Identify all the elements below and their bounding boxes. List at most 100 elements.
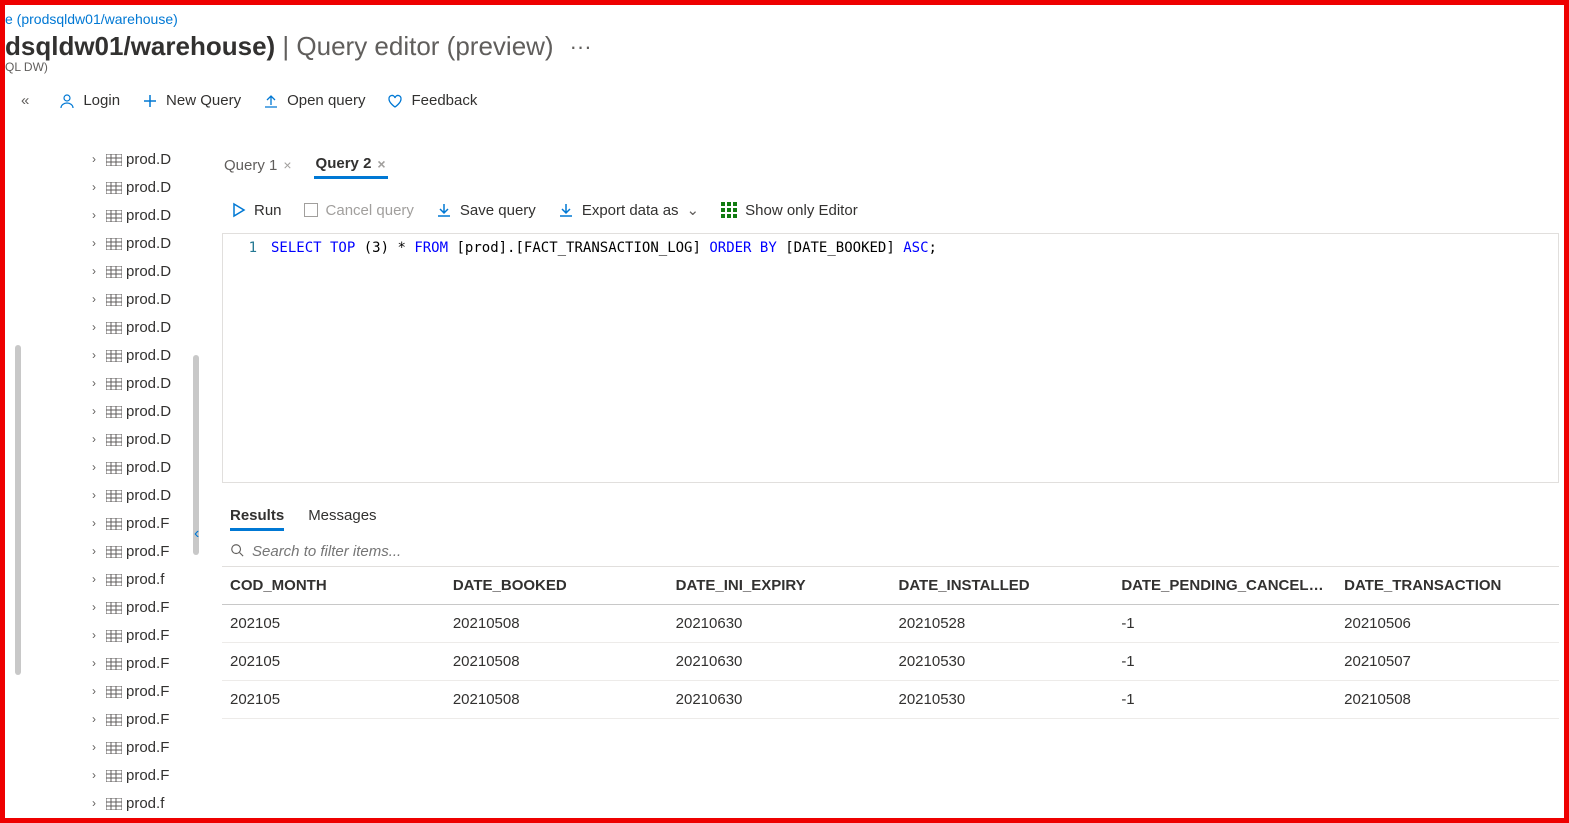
table-icon xyxy=(106,657,122,669)
close-icon[interactable]: × xyxy=(377,156,385,172)
tree-item[interactable]: › prod.D xyxy=(32,285,190,313)
tree-item-label: prod.D xyxy=(126,375,171,392)
tree-item[interactable]: › prod.D xyxy=(32,173,190,201)
table-icon xyxy=(106,377,122,389)
column-header[interactable]: DATE_PENDING_CANCELATIO... xyxy=(1113,567,1336,605)
tree-item-label: prod.F xyxy=(126,599,169,616)
run-label: Run xyxy=(254,202,282,219)
open-query-button[interactable]: Open query xyxy=(263,92,365,109)
column-header[interactable]: COD_MONTH xyxy=(222,567,445,605)
download-icon xyxy=(558,202,574,218)
results-search-input[interactable] xyxy=(252,543,652,560)
tree-item[interactable]: › prod.D xyxy=(32,397,190,425)
table-icon xyxy=(106,349,122,361)
tree-item-label: prod.f xyxy=(126,571,164,588)
chevron-right-icon: › xyxy=(92,152,102,166)
sql-code[interactable]: SELECT TOP (3) * FROM [prod].[FACT_TRANS… xyxy=(271,234,937,482)
table-row[interactable]: 202105202105082021063020210530-120210507 xyxy=(222,643,1559,681)
export-label: Export data as xyxy=(582,202,679,219)
column-header[interactable]: DATE_INI_EXPIRY xyxy=(668,567,891,605)
tree-item[interactable]: › prod.F xyxy=(32,705,190,733)
chevron-right-icon: › xyxy=(92,768,102,782)
tab-messages[interactable]: Messages xyxy=(308,503,376,531)
chevron-right-icon: › xyxy=(92,516,102,530)
sql-editor[interactable]: 1 SELECT TOP (3) * FROM [prod].[FACT_TRA… xyxy=(222,233,1559,483)
collapse-results-handle[interactable]: ‹ xyxy=(194,525,199,543)
chevron-right-icon: › xyxy=(92,684,102,698)
table-cell: 20210530 xyxy=(890,681,1113,719)
login-button[interactable]: Login xyxy=(59,92,120,109)
close-icon[interactable]: × xyxy=(283,157,291,173)
chevron-down-icon: ⌄ xyxy=(687,201,700,219)
table-icon xyxy=(106,685,122,697)
table-icon xyxy=(106,405,122,417)
tree-item[interactable]: › prod.D xyxy=(32,145,190,173)
table-cell: -1 xyxy=(1113,681,1336,719)
tree-item[interactable]: › prod.F xyxy=(32,621,190,649)
new-query-button[interactable]: New Query xyxy=(142,92,241,109)
tree-item[interactable]: › prod.f xyxy=(32,789,190,813)
table-icon xyxy=(106,629,122,641)
tree-item[interactable]: › prod.D xyxy=(32,313,190,341)
chevron-right-icon: › xyxy=(92,600,102,614)
tree-item[interactable]: › prod.F xyxy=(32,537,190,565)
tree-item[interactable]: › prod.F xyxy=(32,733,190,761)
tree-item[interactable]: › prod.F xyxy=(32,593,190,621)
breadcrumb-link[interactable]: e (prodsqldw01/warehouse) xyxy=(5,5,1564,27)
download-icon xyxy=(436,202,452,218)
column-header[interactable]: DATE_BOOKED xyxy=(445,567,668,605)
table-icon xyxy=(106,209,122,221)
tree-item[interactable]: › prod.D xyxy=(32,201,190,229)
query-tab[interactable]: Query 2× xyxy=(314,151,388,179)
table-cell: 20210507 xyxy=(1336,643,1559,681)
chevron-right-icon: › xyxy=(92,432,102,446)
heart-icon xyxy=(387,93,403,109)
tree-item[interactable]: › prod.D xyxy=(32,341,190,369)
results-search[interactable] xyxy=(222,531,1559,567)
tree-item[interactable]: › prod.D xyxy=(32,425,190,453)
chevron-right-icon: › xyxy=(92,320,102,334)
feedback-button[interactable]: Feedback xyxy=(387,92,477,109)
table-icon xyxy=(106,741,122,753)
login-label: Login xyxy=(83,92,120,109)
page-title-prefix: dsqldw01/warehouse) xyxy=(5,31,275,61)
more-options-button[interactable]: ··· xyxy=(562,34,600,60)
tree-item[interactable]: › prod.D xyxy=(32,369,190,397)
outer-scrollbar[interactable] xyxy=(10,145,30,813)
query-tab[interactable]: Query 1× xyxy=(222,153,294,178)
chevron-right-icon: › xyxy=(92,460,102,474)
cancel-query-button: Cancel query xyxy=(304,202,414,219)
tree-item[interactable]: › prod.f xyxy=(32,565,190,593)
table-row[interactable]: 202105202105082021063020210528-120210506 xyxy=(222,605,1559,643)
page-subtitle: QL DW) xyxy=(5,60,1564,74)
table-icon xyxy=(106,489,122,501)
tree-item[interactable]: › prod.D xyxy=(32,481,190,509)
tree-item[interactable]: › prod.F xyxy=(32,761,190,789)
chevron-right-icon: › xyxy=(92,656,102,670)
tree-item-label: prod.D xyxy=(126,179,171,196)
table-cell: -1 xyxy=(1113,643,1336,681)
table-row[interactable]: 202105202105082021063020210530-120210508 xyxy=(222,681,1559,719)
play-icon xyxy=(230,202,246,218)
show-only-editor-button[interactable]: Show only Editor xyxy=(721,202,858,219)
tree-item[interactable]: › prod.F xyxy=(32,649,190,677)
tree-item-label: prod.D xyxy=(126,459,171,476)
tree-item[interactable]: › prod.D xyxy=(32,453,190,481)
tree-scrollbar[interactable] xyxy=(190,145,204,813)
tree-item[interactable]: › prod.F xyxy=(32,677,190,705)
tree-item[interactable]: › prod.D xyxy=(32,229,190,257)
column-header[interactable]: DATE_INSTALLED xyxy=(890,567,1113,605)
grid-icon xyxy=(721,202,737,218)
save-query-button[interactable]: Save query xyxy=(436,202,536,219)
column-header[interactable]: DATE_TRANSACTION xyxy=(1336,567,1559,605)
tree-item[interactable]: › prod.F xyxy=(32,509,190,537)
export-data-button[interactable]: Export data as ⌄ xyxy=(558,201,699,219)
feedback-label: Feedback xyxy=(411,92,477,109)
open-query-label: Open query xyxy=(287,92,365,109)
tree-item[interactable]: › prod.D xyxy=(32,257,190,285)
collapse-sidebar-button[interactable]: « xyxy=(5,92,37,109)
tree-item-label: prod.F xyxy=(126,711,169,728)
chevron-right-icon: › xyxy=(92,628,102,642)
run-button[interactable]: Run xyxy=(230,202,282,219)
tab-results[interactable]: Results xyxy=(230,503,284,531)
